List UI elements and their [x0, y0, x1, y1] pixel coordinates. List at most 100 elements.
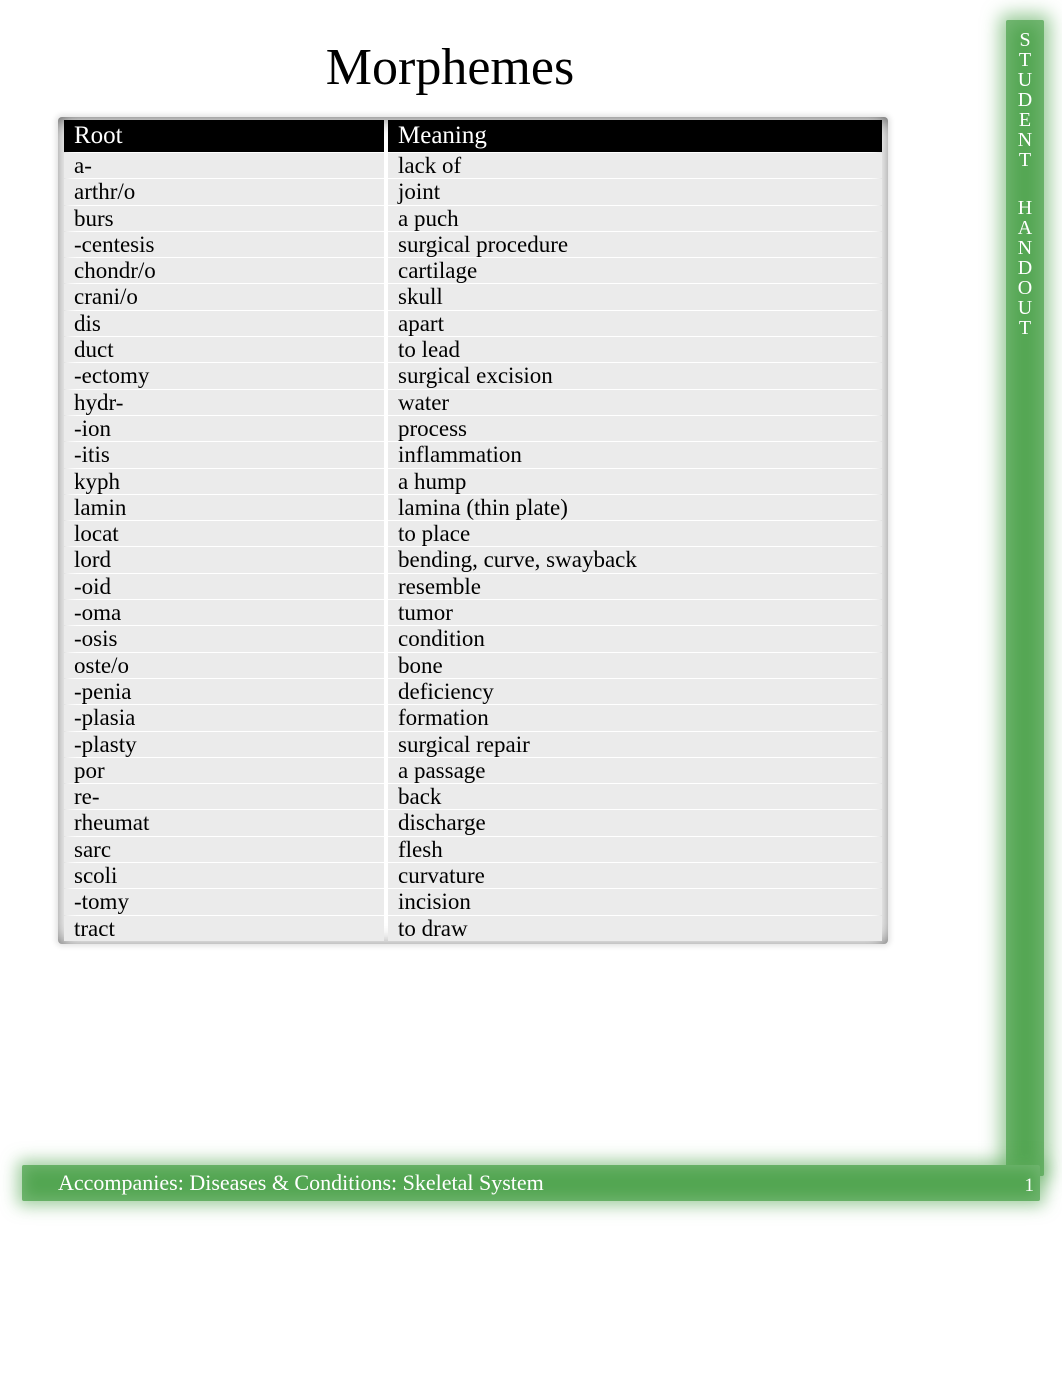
cell-meaning: discharge — [388, 810, 882, 835]
sidebar-letter: A — [1006, 218, 1044, 238]
cell-meaning: inflammation — [388, 442, 882, 467]
header-root: Root — [64, 120, 384, 152]
cell-meaning: surgical procedure — [388, 232, 882, 257]
cell-meaning: cartilage — [388, 258, 882, 283]
cell-root: locat — [64, 521, 384, 546]
cell-root: -plasty — [64, 732, 384, 757]
cell-root: -ion — [64, 416, 384, 441]
table-row: tractto draw — [64, 916, 882, 941]
page-container: Morphemes Root Meaning a-lack ofarthr/oj… — [0, 0, 1062, 1377]
table-row: bursa puch — [64, 206, 882, 231]
sidebar-letter: E — [1006, 110, 1044, 130]
table-row: chondr/ocartilage — [64, 258, 882, 283]
cell-meaning: resemble — [388, 574, 882, 599]
cell-root: crani/o — [64, 284, 384, 309]
sidebar-letter: D — [1006, 90, 1044, 110]
cell-root: tract — [64, 916, 384, 941]
table-row: re-back — [64, 784, 882, 809]
table-row: crani/oskull — [64, 284, 882, 309]
table-row: -centesissurgical procedure — [64, 232, 882, 257]
sidebar-letter: H — [1006, 198, 1044, 218]
cell-root: burs — [64, 206, 384, 231]
cell-root: chondr/o — [64, 258, 384, 283]
cell-meaning: formation — [388, 705, 882, 730]
cell-root: sarc — [64, 837, 384, 862]
cell-meaning: skull — [388, 284, 882, 309]
cell-meaning: water — [388, 390, 882, 415]
cell-root: rheumat — [64, 810, 384, 835]
footer-text: Accompanies: Diseases & Conditions: Skel… — [58, 1170, 544, 1196]
cell-root: dis — [64, 311, 384, 336]
cell-meaning: curvature — [388, 863, 882, 888]
table-row: -plasiaformation — [64, 705, 882, 730]
cell-root: -itis — [64, 442, 384, 467]
cell-meaning: a puch — [388, 206, 882, 231]
table-row: hydr-water — [64, 390, 882, 415]
sidebar-letter: T — [1006, 150, 1044, 170]
cell-meaning: a hump — [388, 469, 882, 494]
sidebar-gap — [1006, 170, 1044, 198]
table-row: disapart — [64, 311, 882, 336]
cell-meaning: tumor — [388, 600, 882, 625]
table-row: a-lack of — [64, 153, 882, 178]
table-row: sarcflesh — [64, 837, 882, 862]
cell-meaning: lamina (thin plate) — [388, 495, 882, 520]
table-row: kypha hump — [64, 469, 882, 494]
cell-meaning: to draw — [388, 916, 882, 941]
table-row: -ectomysurgical excision — [64, 363, 882, 388]
cell-meaning: apart — [388, 311, 882, 336]
table-header-row: Root Meaning — [64, 120, 882, 152]
cell-meaning: incision — [388, 889, 882, 914]
table-row: locatto place — [64, 521, 882, 546]
cell-root: a- — [64, 153, 384, 178]
cell-meaning: surgical repair — [388, 732, 882, 757]
table-row: -peniadeficiency — [64, 679, 882, 704]
cell-root: lamin — [64, 495, 384, 520]
cell-root: -centesis — [64, 232, 384, 257]
cell-meaning: deficiency — [388, 679, 882, 704]
table-row: -itisinflammation — [64, 442, 882, 467]
cell-meaning: back — [388, 784, 882, 809]
cell-root: -oma — [64, 600, 384, 625]
table-row: pora passage — [64, 758, 882, 783]
header-meaning: Meaning — [388, 120, 882, 152]
cell-root: re- — [64, 784, 384, 809]
page-number: 1 — [1025, 1175, 1035, 1197]
table-row: scolicurvature — [64, 863, 882, 888]
table-row: arthr/ojoint — [64, 179, 882, 204]
cell-root: kyph — [64, 469, 384, 494]
cell-meaning: to lead — [388, 337, 882, 362]
sidebar-letter: S — [1006, 30, 1044, 50]
footer-bar: Accompanies: Diseases & Conditions: Skel… — [22, 1165, 1040, 1201]
table-row: laminlamina (thin plate) — [64, 495, 882, 520]
sidebar-letter: T — [1006, 318, 1044, 338]
cell-root: -ectomy — [64, 363, 384, 388]
cell-meaning: condition — [388, 626, 882, 651]
page-title: Morphemes — [0, 0, 900, 117]
sidebar-letter: N — [1006, 130, 1044, 150]
table-row: -oidresemble — [64, 574, 882, 599]
sidebar-letter: T — [1006, 50, 1044, 70]
sidebar-letter: U — [1006, 298, 1044, 318]
cell-root: hydr- — [64, 390, 384, 415]
cell-root: duct — [64, 337, 384, 362]
cell-root: arthr/o — [64, 179, 384, 204]
cell-root: por — [64, 758, 384, 783]
table-row: -omatumor — [64, 600, 882, 625]
table-row: -tomyincision — [64, 889, 882, 914]
cell-meaning: surgical excision — [388, 363, 882, 388]
cell-meaning: joint — [388, 179, 882, 204]
sidebar-letter: O — [1006, 278, 1044, 298]
morpheme-table: Root Meaning a-lack ofarthr/ojointbursa … — [60, 119, 886, 942]
sidebar-letter: D — [1006, 258, 1044, 278]
table-row: -plastysurgical repair — [64, 732, 882, 757]
table-row: -ionprocess — [64, 416, 882, 441]
cell-meaning: bending, curve, swayback — [388, 547, 882, 572]
cell-root: -osis — [64, 626, 384, 651]
table-row: lordbending, curve, swayback — [64, 547, 882, 572]
sidebar-letter: U — [1006, 70, 1044, 90]
cell-meaning: to place — [388, 521, 882, 546]
cell-root: lord — [64, 547, 384, 572]
cell-root: scoli — [64, 863, 384, 888]
cell-root: -tomy — [64, 889, 384, 914]
